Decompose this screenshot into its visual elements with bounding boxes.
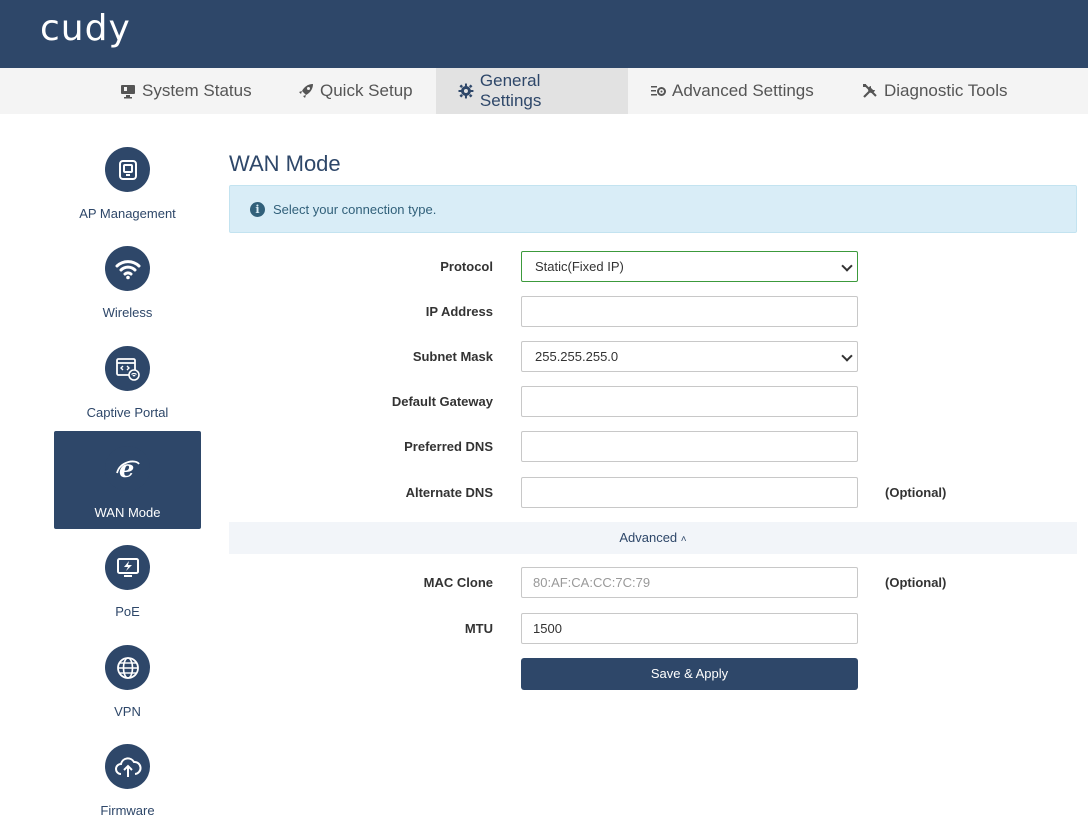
- preferred-dns-label: Preferred DNS: [404, 439, 493, 454]
- ip-address-row: IP Address: [229, 296, 1077, 328]
- mtu-label: MTU: [464, 621, 493, 636]
- sidebar-item-label: Firmware: [100, 803, 155, 818]
- tools-icon: [863, 84, 877, 98]
- mtu-input[interactable]: 1500: [521, 613, 858, 644]
- subnet-mask-row: Subnet Mask 255.255.255.0: [229, 341, 1077, 373]
- alternate-dns-row: Alternate DNS (Optional): [229, 477, 1077, 509]
- sidebar-item-label: PoE: [115, 604, 140, 619]
- advanced-toggle[interactable]: Advanced ˄: [229, 522, 1077, 554]
- mac-clone-label: MAC Clone: [423, 575, 493, 590]
- save-apply-button[interactable]: Save & Apply: [521, 658, 858, 690]
- mac-clone-input[interactable]: 80:AF:CA:CC:7C:79: [521, 567, 858, 598]
- svg-text:e: e: [119, 455, 134, 483]
- protocol-row: Protocol Static(Fixed IP): [229, 251, 1077, 283]
- wifi-icon: [105, 246, 150, 291]
- subnet-mask-label: Subnet Mask: [412, 349, 493, 364]
- sidebar-item-label: VPN: [114, 704, 141, 719]
- sidebar-item-poe[interactable]: PoE: [54, 530, 201, 628]
- mtu-row: MTU 1500: [229, 613, 1077, 645]
- default-gateway-input[interactable]: [521, 386, 858, 417]
- mac-clone-row: MAC Clone 80:AF:CA:CC:7C:79 (Optional): [229, 567, 1077, 599]
- gear-icon: [458, 83, 474, 99]
- nav-general-settings[interactable]: General Settings: [436, 68, 628, 114]
- portal-browser-icon: [105, 346, 150, 391]
- default-gateway-label: Default Gateway: [391, 394, 493, 409]
- chevron-double-up-icon: ˄: [680, 534, 687, 545]
- sidebar-item-wan-mode[interactable]: e WAN Mode: [54, 431, 201, 529]
- top-bar: cudy: [0, 0, 1088, 68]
- sidebar-item-label: Captive Portal: [86, 405, 169, 420]
- cloud-upload-icon: [105, 744, 150, 789]
- page-title: WAN Mode: [229, 151, 341, 176]
- optional-hint: (Optional): [885, 485, 947, 500]
- nav-diagnostic-tools[interactable]: Diagnostic Tools: [840, 68, 1029, 114]
- advanced-label: Advanced: [619, 530, 678, 545]
- nav-label: Advanced Settings: [672, 81, 814, 100]
- nav-label: System Status: [142, 81, 252, 100]
- ap-device-icon: [105, 147, 150, 192]
- preferred-dns-input[interactable]: [521, 431, 858, 462]
- ip-address-label: IP Address: [425, 304, 493, 319]
- internet-e-icon: e: [105, 446, 150, 491]
- subnet-mask-select[interactable]: 255.255.255.0: [521, 341, 858, 372]
- sidebar-item-label: WAN Mode: [94, 505, 161, 520]
- poe-monitor-icon: [105, 545, 150, 590]
- globe-icon: [105, 645, 150, 690]
- alternate-dns-input[interactable]: [521, 477, 858, 508]
- protocol-select[interactable]: Static(Fixed IP): [521, 251, 858, 282]
- monitor-icon: [121, 85, 135, 99]
- main-nav: System Status Quick Setup General Settin…: [0, 68, 1088, 114]
- sidebar-item-wireless[interactable]: Wireless: [54, 231, 201, 329]
- sidebar-item-captive-portal[interactable]: Captive Portal: [54, 331, 201, 429]
- alternate-dns-label: Alternate DNS: [405, 485, 493, 500]
- nav-quick-setup[interactable]: Quick Setup: [276, 68, 435, 114]
- sidebar-item-label: Wireless: [102, 305, 153, 320]
- protocol-label: Protocol: [440, 259, 493, 274]
- sidebar-item-ap-management[interactable]: AP Management: [54, 132, 201, 230]
- preferred-dns-row: Preferred DNS: [229, 431, 1077, 463]
- alert-text: Select your connection type.: [273, 201, 437, 217]
- ip-address-input[interactable]: [521, 296, 858, 327]
- info-alert: i Select your connection type.: [229, 185, 1077, 233]
- nav-label: General Settings: [479, 71, 542, 110]
- nav-label: Quick Setup: [320, 81, 413, 100]
- sidebar-item-label: AP Management: [79, 206, 176, 221]
- sliders-gear-icon: [651, 86, 666, 96]
- nav-advanced-settings[interactable]: Advanced Settings: [628, 68, 836, 114]
- sidebar-item-vpn[interactable]: VPN: [54, 630, 201, 728]
- cudy-logo[interactable]: cudy: [40, 8, 131, 49]
- info-icon: i: [250, 201, 265, 217]
- nav-label: Diagnostic Tools: [884, 81, 1008, 100]
- nav-system-status[interactable]: System Status: [98, 68, 274, 114]
- default-gateway-row: Default Gateway: [229, 386, 1077, 418]
- optional-hint: (Optional): [885, 575, 947, 590]
- sidebar-item-firmware[interactable]: Firmware: [54, 729, 201, 827]
- rocket-icon: [299, 84, 313, 98]
